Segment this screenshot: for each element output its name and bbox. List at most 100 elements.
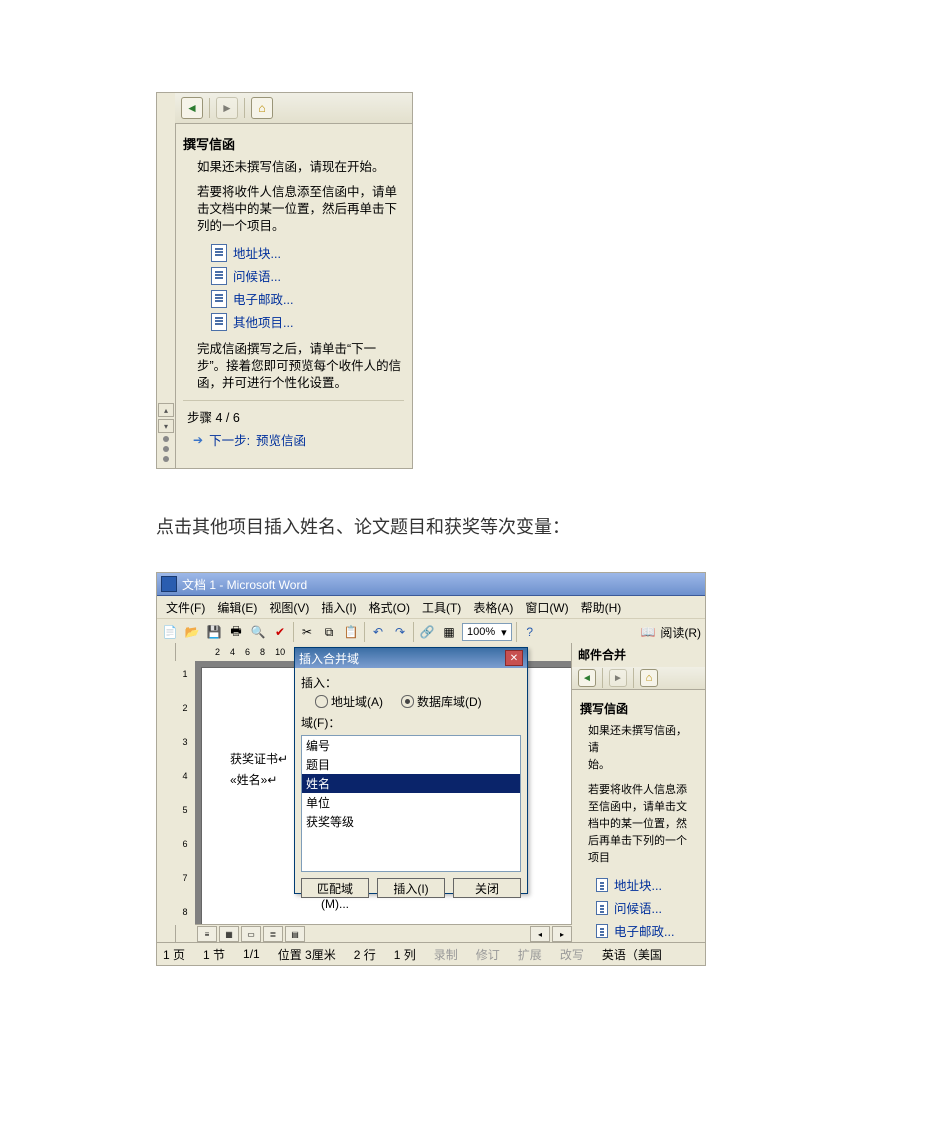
status-language: 英语（美国 bbox=[602, 946, 662, 963]
document-icon bbox=[211, 290, 227, 308]
screenshot-taskpane-1: ▴ ▾ ◄ ► ⌂ 撰写信函 如果还未撰写信函，请现在开始。 若要将收件人信息添… bbox=[156, 92, 413, 469]
preview-icon[interactable]: 🔍 bbox=[249, 623, 267, 641]
help-icon[interactable]: ? bbox=[521, 623, 539, 641]
back-button[interactable]: ◄ bbox=[181, 97, 203, 119]
normal-view-icon[interactable]: ≡ bbox=[197, 926, 217, 942]
list-item[interactable]: 题目 bbox=[302, 755, 520, 774]
menu-file[interactable]: 文件(F) bbox=[161, 597, 210, 618]
forward-button[interactable]: ► bbox=[216, 97, 238, 119]
insert-merge-field-dialog[interactable]: 插入合并域 ✕ 插入： 地址域(A) 数据库域(D) 域(F)： 编号 题目 姓… bbox=[294, 647, 528, 894]
taskpane-text: 完成信函撰写之后，请单击“下一步”。接着您即可预览每个收件人的信函，并可进行个性… bbox=[197, 341, 404, 392]
scroll-left-icon[interactable]: ◂ bbox=[530, 926, 550, 942]
menu-table[interactable]: 表格(A) bbox=[468, 597, 518, 618]
open-icon[interactable]: 📂 bbox=[183, 623, 201, 641]
insert-label: 插入： bbox=[301, 674, 521, 691]
menu-window[interactable]: 窗口(W) bbox=[520, 597, 573, 618]
menu-help[interactable]: 帮助(H) bbox=[576, 597, 627, 618]
web-view-icon[interactable]: ▦ bbox=[219, 926, 239, 942]
list-item[interactable]: 单位 bbox=[302, 793, 520, 812]
scrollbar-vertical[interactable]: ▴ ▾ bbox=[157, 93, 176, 468]
document-icon bbox=[211, 313, 227, 331]
taskpane-mailmerge: 邮件合并 ◄ ► ⌂ 撰写信函 如果还未撰写信函，请始。 若要将收件人信息添至信… bbox=[571, 643, 705, 943]
list-item[interactable]: 姓名 bbox=[302, 774, 520, 793]
match-fields-button[interactable]: 匹配域(M)... bbox=[301, 878, 369, 898]
taskpane-text: 如果还未撰写信函，请现在开始。 bbox=[197, 159, 404, 176]
print-icon[interactable]: 🖶 bbox=[227, 623, 245, 641]
menu-view[interactable]: 视图(V) bbox=[264, 597, 314, 618]
ruler-vertical[interactable]: 12345678 bbox=[175, 661, 196, 925]
table-icon[interactable]: ▦ bbox=[440, 623, 458, 641]
link-address-block[interactable]: 地址块... bbox=[211, 243, 404, 262]
page-select-icon[interactable] bbox=[163, 446, 169, 452]
link-epostage[interactable]: 电子邮政... bbox=[596, 921, 697, 940]
status-section: 1 节 bbox=[203, 946, 225, 963]
document-icon bbox=[596, 878, 608, 892]
app-icon bbox=[161, 576, 177, 592]
link-more-items[interactable]: 其他项目... bbox=[211, 312, 404, 331]
close-button[interactable]: ✕ bbox=[505, 650, 523, 666]
menu-tools[interactable]: 工具(T) bbox=[417, 597, 466, 618]
home-icon: ⌂ bbox=[646, 672, 653, 684]
scroll-up-icon[interactable]: ▴ bbox=[158, 403, 174, 417]
list-item[interactable]: 编号 bbox=[302, 736, 520, 755]
outline-view-icon[interactable]: ≣ bbox=[263, 926, 283, 942]
radio-database-fields[interactable]: 数据库域(D) bbox=[401, 693, 482, 710]
status-position: 位置 3厘米 bbox=[278, 946, 336, 963]
page-prev-icon[interactable] bbox=[163, 436, 169, 442]
insert-button[interactable]: 插入(I) bbox=[377, 878, 445, 898]
reading-view-icon[interactable]: ▤ bbox=[285, 926, 305, 942]
page-next-icon[interactable] bbox=[163, 456, 169, 462]
menu-insert[interactable]: 插入(I) bbox=[316, 597, 361, 618]
scroll-right-icon[interactable]: ▸ bbox=[552, 926, 572, 942]
close-dialog-button[interactable]: 关闭 bbox=[453, 878, 521, 898]
forward-arrow-icon: ► bbox=[613, 673, 623, 684]
forward-button[interactable]: ► bbox=[609, 669, 627, 687]
status-pages: 1/1 bbox=[243, 947, 260, 961]
status-extend: 扩展 bbox=[518, 946, 542, 963]
link-icon[interactable]: 🔗 bbox=[418, 623, 436, 641]
read-label[interactable]: 阅读(R) bbox=[660, 624, 701, 641]
link-greeting[interactable]: 问候语... bbox=[211, 266, 404, 285]
redo-icon[interactable]: ↷ bbox=[391, 623, 409, 641]
taskpane-text: 若要将收件人信息添至信函中，请单击文档中的某一位置，然后再单击下列的一个项目。 bbox=[197, 184, 404, 235]
view-buttons-bar[interactable]: ≡ ▦ ▭ ≣ ▤ ◂ ▸ bbox=[195, 924, 572, 943]
taskpane-section-title: 撰写信函 bbox=[183, 134, 404, 153]
dialog-titlebar[interactable]: 插入合并域 ✕ bbox=[295, 648, 527, 668]
new-doc-icon[interactable]: 📄 bbox=[161, 623, 179, 641]
link-greeting[interactable]: 问候语... bbox=[596, 898, 697, 917]
link-epostage[interactable]: 电子邮政... bbox=[211, 289, 404, 308]
status-bar: 1 页 1 节 1/1 位置 3厘米 2 行 1 列 录制 修订 扩展 改写 英… bbox=[157, 942, 705, 965]
status-page: 1 页 bbox=[163, 946, 185, 963]
list-item[interactable]: 获奖等级 bbox=[302, 812, 520, 831]
save-icon[interactable]: 💾 bbox=[205, 623, 223, 641]
home-button[interactable]: ⌂ bbox=[640, 669, 658, 687]
document-paragraph: 点击其他项目插入姓名、论文题目和获奖等次变量： bbox=[156, 514, 736, 540]
scroll-down-icon[interactable]: ▾ bbox=[158, 419, 174, 433]
link-address-block[interactable]: 地址块... bbox=[596, 875, 697, 894]
paste-icon[interactable]: 📋 bbox=[342, 623, 360, 641]
spell-icon[interactable]: ✔ bbox=[271, 623, 289, 641]
menu-format[interactable]: 格式(O) bbox=[364, 597, 415, 618]
next-step-link[interactable]: ➔ 下一步: 预览信函 bbox=[193, 430, 404, 449]
home-icon: ⌂ bbox=[258, 101, 265, 115]
taskpane-toolbar: ◄ ► ⌂ bbox=[175, 93, 412, 124]
home-button[interactable]: ⌂ bbox=[251, 97, 273, 119]
toolbar-standard[interactable]: 📄 📂 💾 🖶 🔍 ✔ ✂ ⧉ 📋 ↶ ↷ 🔗 ▦ 100%▾ ? 📖阅读(R) bbox=[157, 619, 705, 646]
status-track: 修订 bbox=[476, 946, 500, 963]
zoom-combo[interactable]: 100%▾ bbox=[462, 623, 512, 641]
fields-listbox[interactable]: 编号 题目 姓名 单位 获奖等级 bbox=[301, 735, 521, 872]
back-button[interactable]: ◄ bbox=[578, 669, 596, 687]
window-title: 文档 1 - Microsoft Word bbox=[182, 576, 307, 593]
radio-address-fields[interactable]: 地址域(A) bbox=[315, 693, 383, 710]
menu-edit[interactable]: 编辑(E) bbox=[212, 597, 262, 618]
undo-icon[interactable]: ↶ bbox=[369, 623, 387, 641]
taskpane-section-title: 撰写信函 bbox=[580, 700, 697, 717]
cut-icon[interactable]: ✂ bbox=[298, 623, 316, 641]
taskpane-text: 如果还未撰写信函，请始。 bbox=[588, 723, 697, 774]
print-view-icon[interactable]: ▭ bbox=[241, 926, 261, 942]
taskpane-toolbar: ◄ ► ⌂ bbox=[572, 667, 705, 690]
copy-icon[interactable]: ⧉ bbox=[320, 623, 338, 641]
menu-bar[interactable]: 文件(F) 编辑(E) 视图(V) 插入(I) 格式(O) 工具(T) 表格(A… bbox=[157, 596, 705, 619]
window-titlebar: 文档 1 - Microsoft Word bbox=[157, 573, 705, 596]
read-mode-icon[interactable]: 📖 bbox=[639, 623, 657, 641]
